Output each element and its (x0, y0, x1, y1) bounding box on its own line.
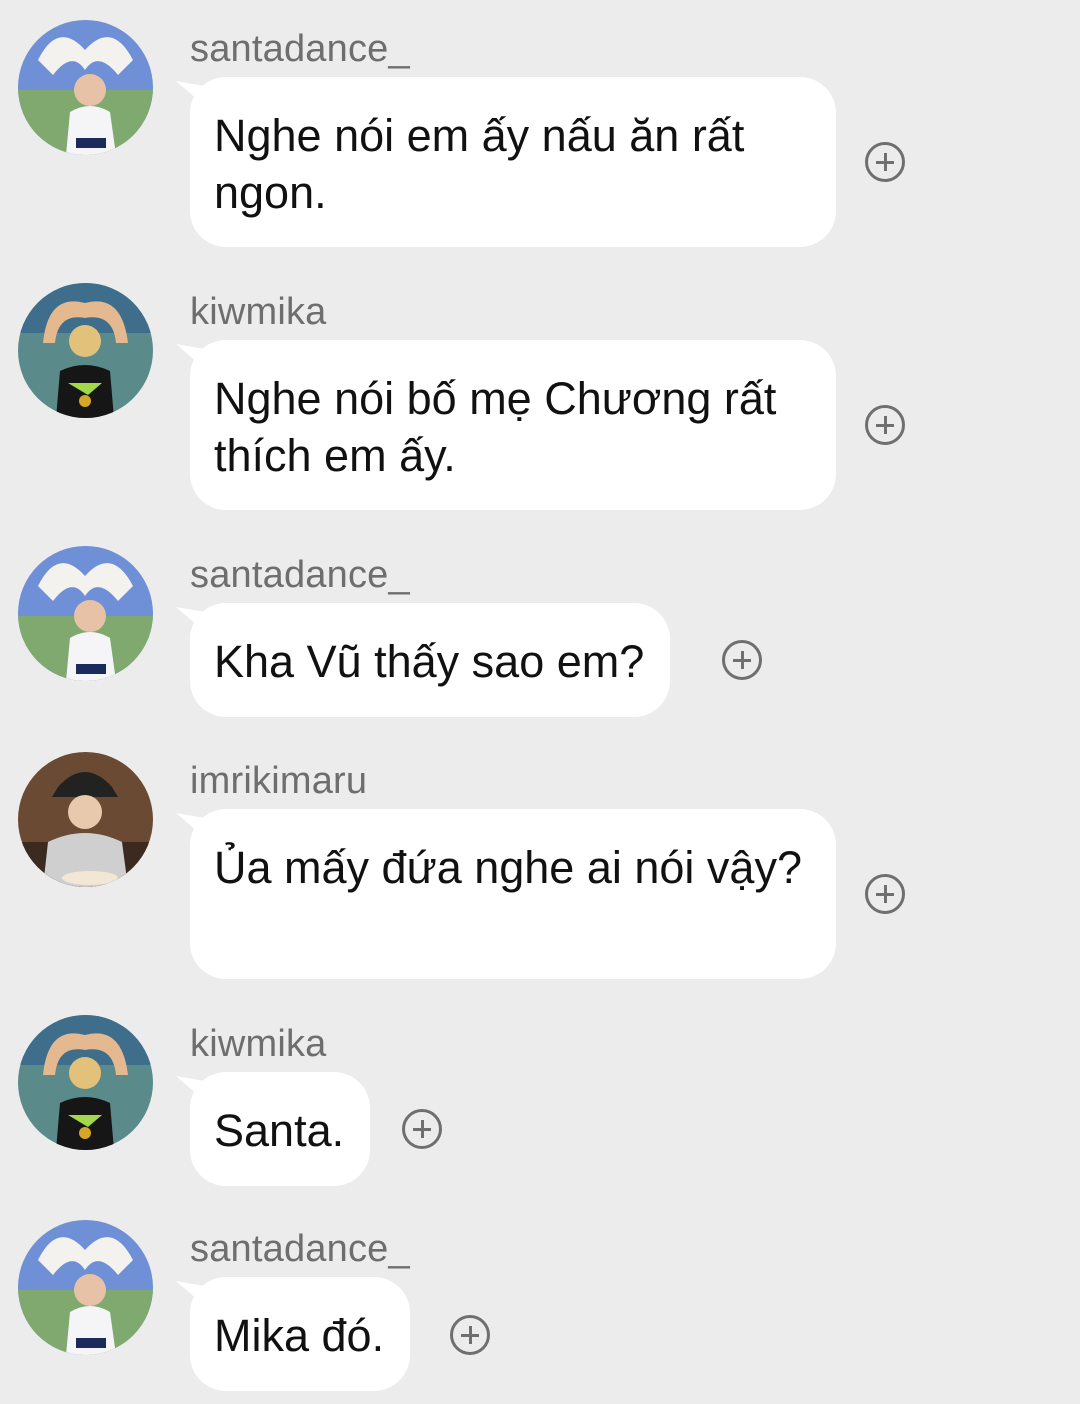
add-reaction-icon[interactable] (865, 874, 905, 914)
message-text: Nghe nói bố mẹ Chương rất thích em ấy. (214, 373, 777, 481)
message-row: kiwmika Santa. (0, 995, 1080, 1200)
add-reaction-icon[interactable] (722, 640, 762, 680)
username[interactable]: kiwmika (190, 291, 327, 334)
username[interactable]: imrikimaru (190, 760, 367, 803)
username[interactable]: kiwmika (190, 1023, 327, 1066)
avatar[interactable] (18, 20, 153, 155)
add-reaction-icon[interactable] (865, 405, 905, 445)
add-reaction-icon[interactable] (865, 142, 905, 182)
message-text: Nghe nói em ấy nấu ăn rất ngon. (214, 110, 745, 218)
avatar[interactable] (18, 752, 153, 887)
chat-thread: santadance_ Nghe nói em ấy nấu ăn rất ng… (0, 0, 1080, 1404)
username[interactable]: santadance_ (190, 554, 410, 597)
message-bubble[interactable]: Santa. (190, 1072, 371, 1186)
message-row: santadance_ Kha Vũ thấy sao em? (0, 526, 1080, 731)
add-reaction-icon[interactable] (450, 1315, 490, 1355)
message-text: Mika đó. (214, 1310, 385, 1361)
avatar[interactable] (18, 283, 153, 418)
message-row: imrikimaru Ủa mấy đứa nghe ai nói vậy? (0, 732, 1080, 994)
message-row: santadance_ Mika đó. (0, 1200, 1080, 1404)
message-text: Ủa mấy đứa nghe ai nói vậy? (214, 842, 802, 893)
username[interactable]: santadance_ (190, 28, 410, 71)
message-bubble[interactable]: Mika đó. (190, 1277, 411, 1391)
message-bubble[interactable]: Ủa mấy đứa nghe ai nói vậy? (190, 809, 836, 979)
message-bubble[interactable]: Nghe nói em ấy nấu ăn rất ngon. (190, 77, 836, 247)
username[interactable]: santadance_ (190, 1228, 410, 1271)
message-text: Santa. (214, 1105, 345, 1156)
message-bubble[interactable]: Kha Vũ thấy sao em? (190, 603, 671, 717)
message-row: santadance_ Nghe nói em ấy nấu ăn rất ng… (0, 0, 1080, 262)
message-bubble[interactable]: Nghe nói bố mẹ Chương rất thích em ấy. (190, 340, 836, 510)
message-text: Kha Vũ thấy sao em? (214, 636, 645, 687)
avatar[interactable] (18, 1015, 153, 1150)
message-row: kiwmika Nghe nói bố mẹ Chương rất thích … (0, 263, 1080, 525)
avatar[interactable] (18, 1220, 153, 1355)
add-reaction-icon[interactable] (402, 1109, 442, 1149)
avatar[interactable] (18, 546, 153, 681)
